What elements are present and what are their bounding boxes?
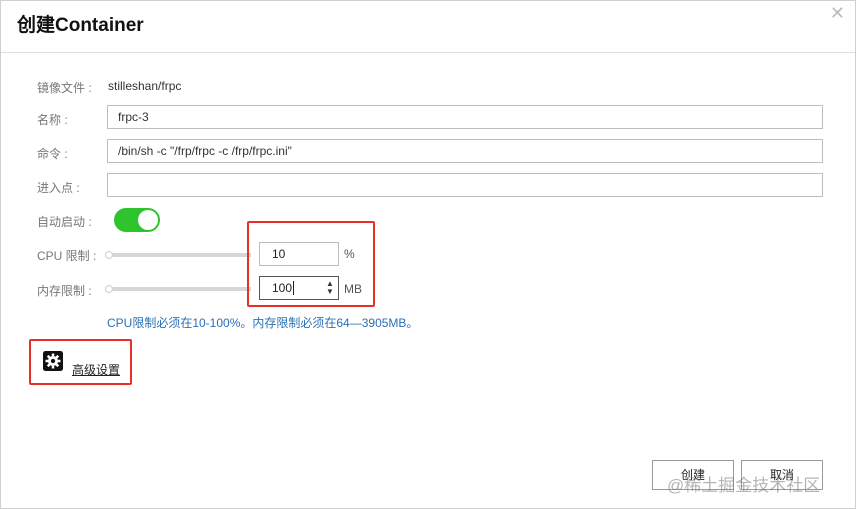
- close-icon[interactable]: ✕: [830, 3, 845, 23]
- image-label: 镜像文件 :: [37, 81, 92, 95]
- limit-hint: CPU限制必须在10-100%。内存限制必须在64—3905MB。: [107, 316, 419, 330]
- mem-limit-label: 内存限制 :: [37, 284, 92, 298]
- gear-icon[interactable]: [43, 351, 63, 371]
- cpu-slider-track[interactable]: [107, 253, 251, 257]
- dialog-title: 创建Container: [17, 15, 144, 36]
- entrypoint-label: 进入点 :: [37, 181, 80, 195]
- command-input[interactable]: [107, 139, 823, 163]
- command-label: 命令 :: [37, 147, 68, 161]
- limits-highlight-box: [247, 221, 375, 307]
- name-input[interactable]: [107, 105, 823, 129]
- mem-slider-track[interactable]: [107, 287, 251, 291]
- watermark: @稀土掘金技术社区: [667, 476, 821, 495]
- create-container-dialog: 创建Container ✕ 镜像文件 : stilleshan/frpc 名称 …: [0, 0, 856, 509]
- cpu-limit-label: CPU 限制 :: [37, 249, 97, 263]
- image-value: stilleshan/frpc: [108, 79, 182, 93]
- toggle-knob: [138, 210, 158, 230]
- advanced-settings-link[interactable]: 高级设置: [72, 361, 120, 378]
- mem-slider-handle[interactable]: [105, 285, 113, 293]
- cpu-slider-handle[interactable]: [105, 251, 113, 259]
- entrypoint-input[interactable]: [107, 173, 823, 197]
- name-label: 名称 :: [37, 113, 68, 127]
- autostart-toggle[interactable]: [114, 208, 160, 232]
- title-divider: [1, 52, 855, 53]
- autostart-label: 自动启动 :: [37, 215, 92, 229]
